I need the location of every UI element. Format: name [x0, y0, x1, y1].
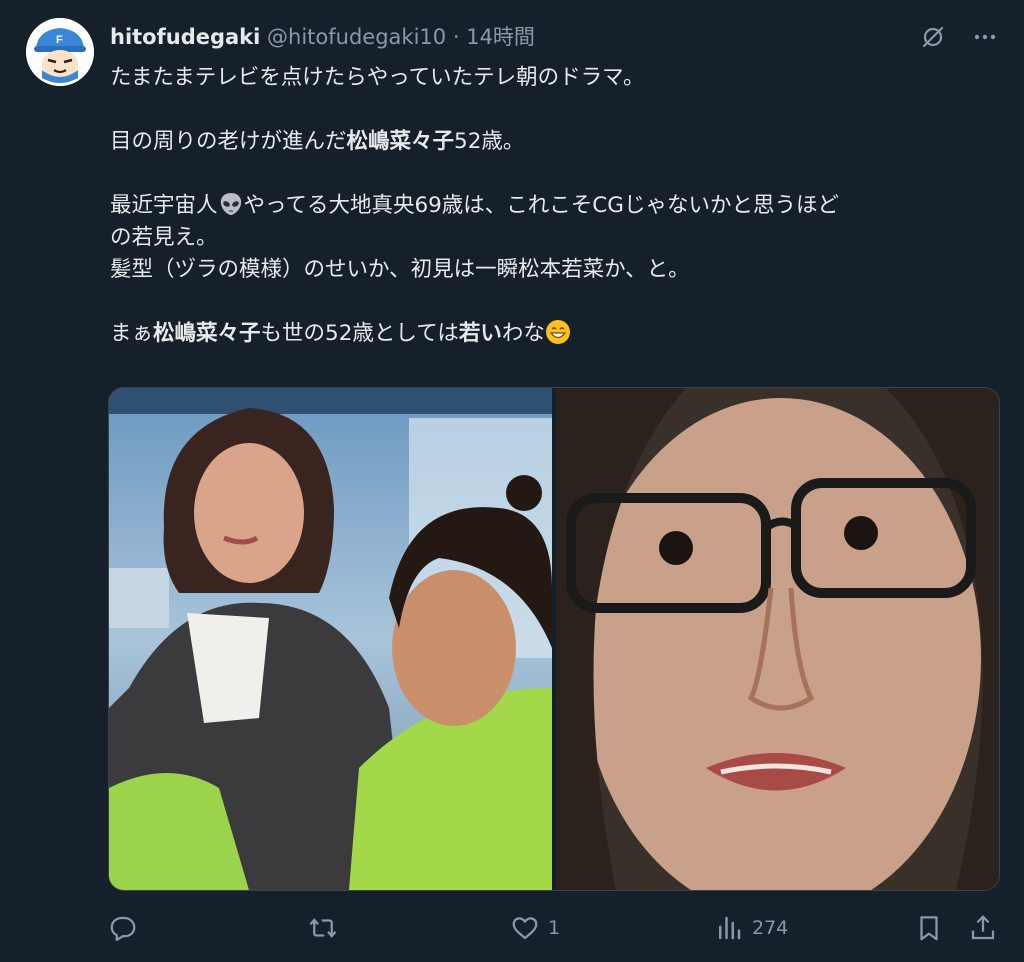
photo-right-image	[556, 388, 999, 890]
tweet-text: たまたまテレビを点けたらやっていたテレ朝のドラマ。 目の周りの老けが進んだ松嶋菜…	[110, 62, 1000, 350]
grok-icon	[922, 26, 944, 48]
bold-text: 松嶋菜々子	[153, 321, 261, 346]
tweet-top-actions	[918, 22, 1000, 52]
share-button[interactable]	[968, 913, 998, 943]
like-count: 1	[548, 917, 561, 939]
grok-button[interactable]	[918, 22, 948, 52]
text-span: も世の52歳としては	[260, 321, 459, 346]
tweet-line: 髪型（ヅラの模様）のせいか、初見は一瞬松本若菜か、と。	[110, 257, 690, 282]
bold-text: 松嶋菜々子	[346, 129, 455, 154]
author-name[interactable]: hitofudegaki	[110, 25, 260, 49]
retweet-button[interactable]	[308, 913, 346, 943]
like-button[interactable]: 1	[510, 913, 560, 943]
tweet-media	[108, 387, 1000, 891]
reply-button[interactable]	[108, 913, 146, 943]
separator-dot: ·	[452, 25, 460, 49]
avatar-icon: F	[26, 18, 94, 86]
photo-right[interactable]	[556, 388, 999, 890]
bold-text: 若い	[458, 321, 502, 346]
text-span: 最近宇宙人	[110, 193, 218, 218]
grinning-emoji	[545, 320, 570, 344]
more-button[interactable]	[970, 22, 1000, 52]
tweet-header: hitofudegaki @hitofudegaki10 · 14時間	[110, 22, 535, 52]
action-bar: 1 274	[108, 908, 998, 948]
tweet-line: 目の周りの老けが進んだ松嶋菜々子52歳。	[110, 126, 1000, 158]
tweet-line: の若見え。	[110, 225, 218, 250]
retweet-icon	[309, 918, 337, 938]
tweet-line: 最近宇宙人 やってる大地真央69歳は、これこそCGじゃないかと思うほど	[110, 190, 1000, 222]
photo-left-image	[109, 388, 552, 890]
text-span: わな	[501, 321, 545, 346]
text-span: 目の周りの老けが進んだ	[110, 129, 347, 154]
views-icon	[719, 916, 741, 940]
tweet-line: たまたまテレビを点けたらやっていたテレ朝のドラマ。	[110, 65, 645, 90]
text-span: やってる大地真央69歳は、これこそCGじゃないかと思うほど	[243, 193, 839, 218]
svg-text:F: F	[56, 34, 63, 46]
author-handle[interactable]: @hitofudegaki10	[267, 25, 446, 49]
reply-icon	[110, 916, 136, 941]
tweet-line: まぁ松嶋菜々子も世の52歳としては若いわな	[110, 318, 1000, 350]
photo-left[interactable]	[109, 388, 552, 890]
views-count: 274	[752, 917, 789, 939]
more-icon	[974, 34, 996, 40]
heart-icon	[512, 917, 538, 940]
alien-emoji	[220, 193, 241, 215]
timestamp[interactable]: 14時間	[466, 25, 535, 49]
share-icon	[971, 915, 995, 940]
views-button[interactable]: 274	[714, 913, 788, 943]
bookmark-button[interactable]	[914, 913, 944, 943]
avatar[interactable]: F	[26, 18, 94, 86]
bookmark-icon	[920, 916, 938, 941]
text-span: 52歳。	[454, 129, 525, 154]
text-span: まぁ	[110, 321, 154, 346]
